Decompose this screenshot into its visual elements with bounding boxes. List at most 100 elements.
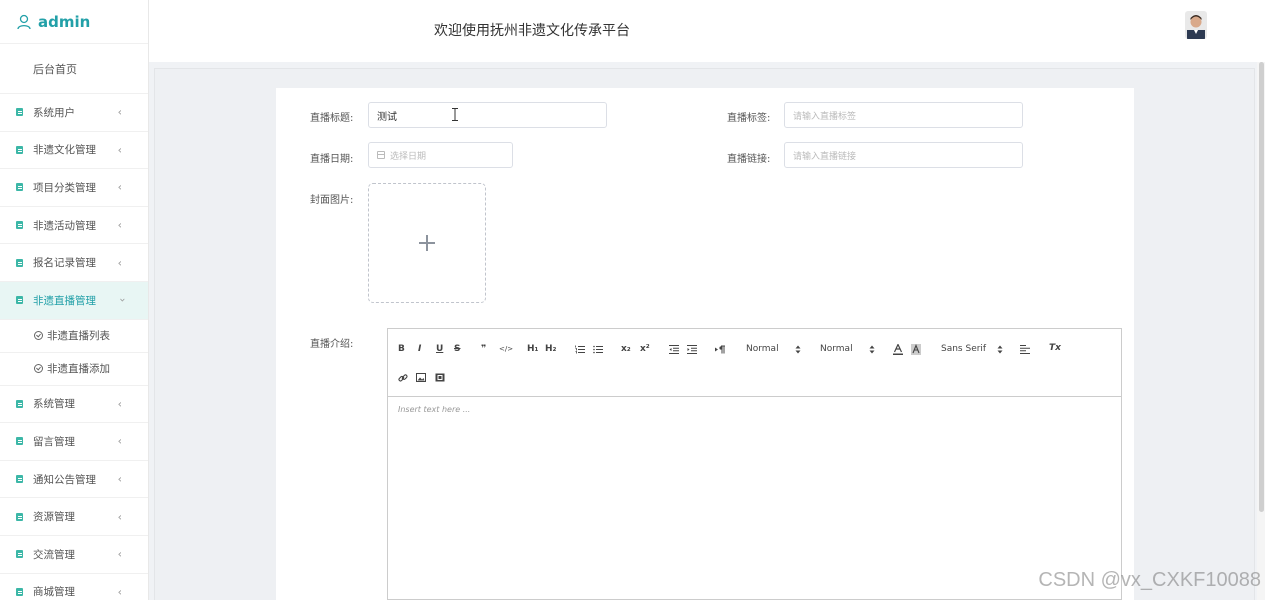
tag-input[interactable]: 请输入直播标签 [784,102,1023,128]
size-select[interactable]: Normal [820,344,853,354]
sidebar-item-system-users[interactable]: 系统用户 ‹ [0,94,148,132]
editor-toolbar: B I U S ❞ </> H₁ H₂ x₂ x² Normal Normal … [388,329,1121,397]
document-icon [16,296,23,305]
chevron-left-icon: ‹ [117,180,122,194]
document-icon [16,550,23,559]
sidebar-item-label: 系统管理 [33,398,75,411]
chevron-left-icon: ‹ [117,397,122,411]
document-icon [16,512,23,521]
cover-upload[interactable] [368,183,486,303]
scrollbar-thumb[interactable] [1259,62,1264,512]
sidebar-subitem-live-list[interactable]: 非遗直播列表 [0,320,148,353]
brand: admin [0,0,148,44]
brand-name: admin [38,12,91,31]
h1-button[interactable]: H₁ [527,344,538,354]
video-icon[interactable] [435,373,445,382]
image-icon[interactable] [416,373,426,382]
sidebar-item-label: 留言管理 [33,435,75,448]
sidebar-item-label: 系统用户 [33,106,75,119]
document-icon [16,221,23,230]
title-label: 直播标题: [310,113,354,124]
check-circle-icon [34,364,43,374]
sidebar-item-system-manage[interactable]: 系统管理 ‹ [0,386,148,424]
sidebar-item-label: 非遗文化管理 [33,144,96,157]
sidebar-item-label: 资源管理 [33,511,75,524]
check-circle-icon [34,331,43,341]
document-icon [16,145,23,154]
sidebar-item-label: 报名记录管理 [33,257,96,270]
avatar[interactable] [1185,11,1207,39]
editor-placeholder[interactable]: Insert text here ... [398,405,470,414]
sidebar-subitem-label: 非遗直播添加 [47,363,110,376]
tag-label: 直播标签: [727,113,771,124]
bold-button[interactable]: B [398,344,405,354]
code-block-button[interactable]: </> [499,345,513,353]
document-icon [16,258,23,267]
ordered-list-icon[interactable] [575,345,585,354]
link-label: 直播链接: [727,154,771,165]
blockquote-button[interactable]: ❞ [481,344,486,354]
font-color-icon[interactable] [893,344,903,355]
intro-label: 直播介绍: [310,339,354,350]
sidebar-item-resources[interactable]: 资源管理 ‹ [0,498,148,536]
sidebar: admin 后台首页 系统用户 ‹ 非遗文化管理 ‹ 项目分类管理 ‹ 非遗活动… [0,0,149,600]
page-title: 欢迎使用抚州非遗文化传承平台 [434,23,630,39]
link-input[interactable]: 请输入直播链接 [784,142,1023,168]
underline-button[interactable]: U [436,344,443,354]
select-arrows-icon [795,345,801,354]
bullet-list-icon[interactable] [593,345,603,354]
rich-text-editor: B I U S ❞ </> H₁ H₂ x₂ x² Normal Normal … [387,328,1122,600]
sidebar-item-label: 项目分类管理 [33,181,96,194]
sidebar-item-project-category[interactable]: 项目分类管理 ‹ [0,169,148,207]
background-color-icon[interactable] [911,344,921,355]
calendar-icon [377,151,385,159]
sidebar-item-exchange[interactable]: 交流管理 ‹ [0,536,148,574]
h2-button[interactable]: H₂ [545,344,556,354]
sidebar-item-label: 通知公告管理 [33,473,96,486]
align-icon[interactable] [1020,345,1030,354]
chevron-left-icon: ‹ [117,105,122,119]
sidebar-item-home[interactable]: 后台首页 [0,44,148,94]
sidebar-item-mall[interactable]: 商城管理 ‹ [0,574,148,600]
sidebar-subitem-label: 非遗直播列表 [47,330,110,343]
sidebar-item-label: 商城管理 [33,586,75,599]
link-icon[interactable] [398,373,408,383]
superscript-button[interactable]: x² [640,344,650,354]
indent-icon[interactable] [687,345,697,354]
font-select[interactable]: Sans Serif [941,344,986,354]
sidebar-item-label: 非遗活动管理 [33,219,96,232]
outdent-icon[interactable] [669,345,679,354]
document-icon [16,437,23,446]
user-icon [17,14,31,29]
select-arrows-icon [997,345,1003,354]
italic-button[interactable]: I [418,344,421,354]
document-icon [16,475,23,484]
strike-button[interactable]: S [454,344,460,354]
sidebar-item-registration[interactable]: 报名记录管理 ‹ [0,244,148,282]
header-select[interactable]: Normal [746,344,779,354]
sidebar-item-notices[interactable]: 通知公告管理 ‹ [0,461,148,499]
chevron-left-icon: ‹ [117,143,122,157]
chevron-left-icon: ‹ [117,434,122,448]
chevron-left-icon: ‹ [117,510,122,524]
document-icon [16,183,23,192]
text-cursor-icon [452,108,458,121]
chevron-left-icon: ‹ [117,218,122,232]
chevron-down-icon: ‹ [115,298,129,303]
document-icon [16,108,23,117]
sidebar-item-heritage-activity[interactable]: 非遗活动管理 ‹ [0,207,148,245]
top-header: 欢迎使用抚州非遗文化传承平台 [149,0,1265,62]
sidebar-item-messages[interactable]: 留言管理 ‹ [0,423,148,461]
title-input[interactable]: 测试 [368,102,607,128]
sidebar-item-label: 交流管理 [33,548,75,561]
sidebar-item-heritage-culture[interactable]: 非遗文化管理 ‹ [0,132,148,170]
sidebar-item-live-stream[interactable]: 非遗直播管理 ‹ [0,281,148,320]
clear-format-button[interactable]: Tx [1049,343,1061,353]
sidebar-subitem-live-add[interactable]: 非遗直播添加 [0,353,148,386]
chevron-left-icon: ‹ [117,547,122,561]
subscript-button[interactable]: x₂ [621,344,631,354]
chevron-left-icon: ‹ [117,585,122,599]
text-direction-icon[interactable] [715,345,726,354]
date-picker[interactable]: 选择日期 [368,142,513,168]
plus-icon [419,235,435,251]
